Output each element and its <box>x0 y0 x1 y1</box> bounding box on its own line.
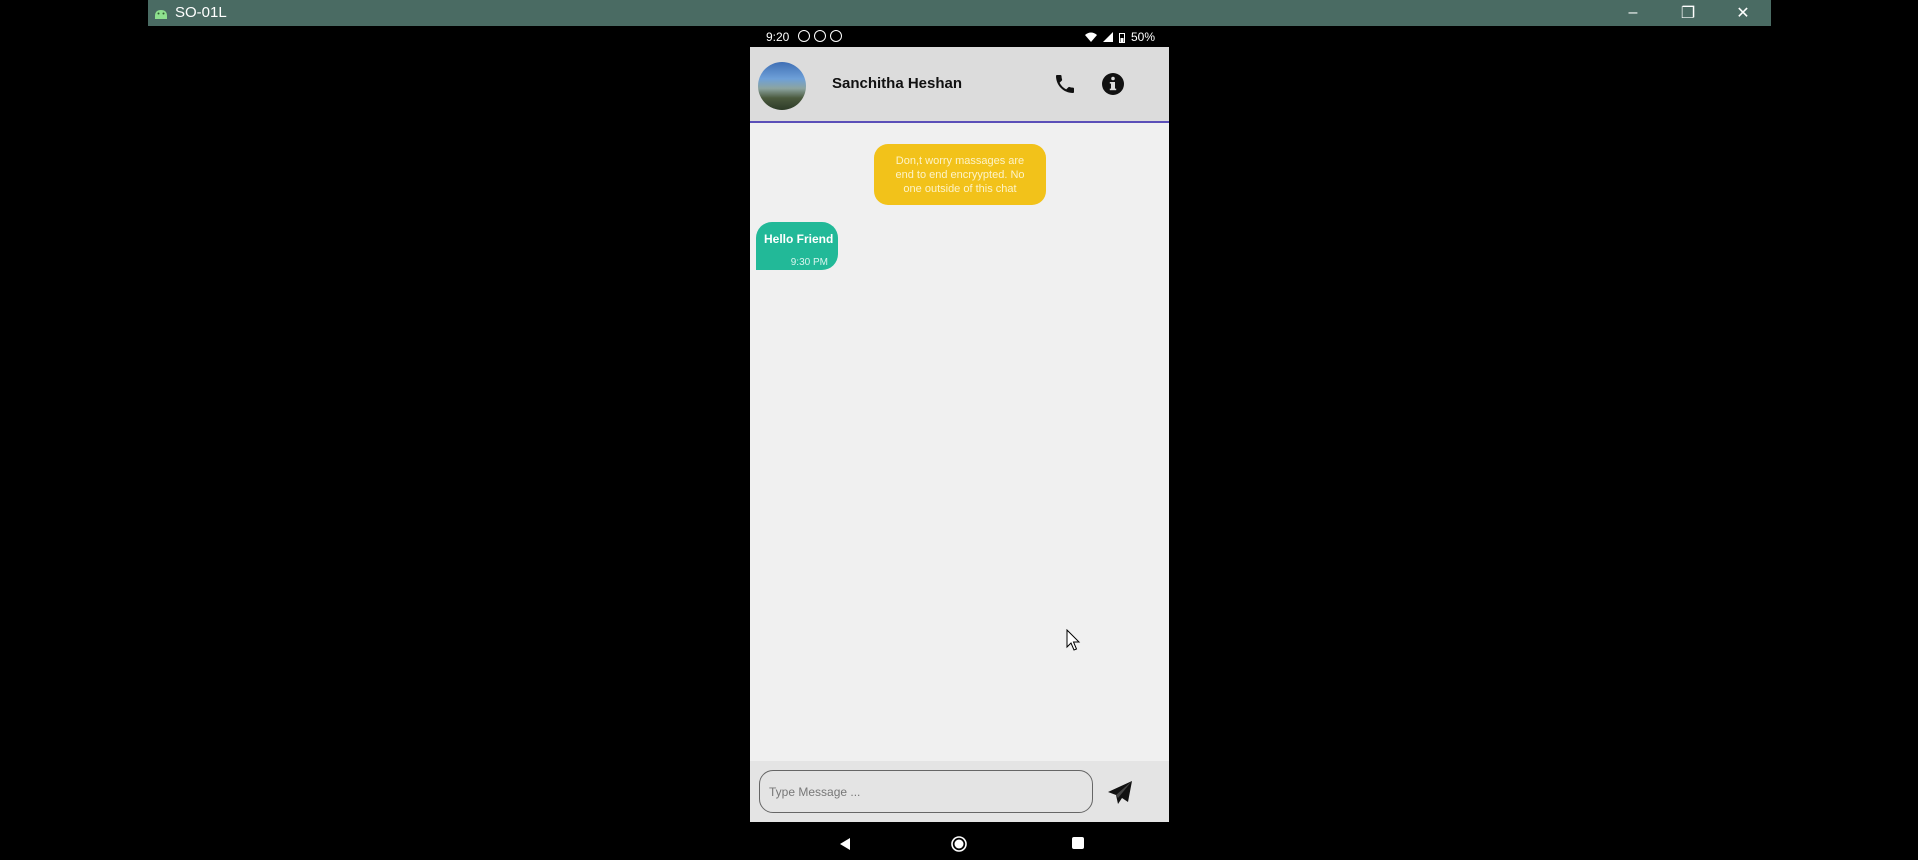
recent-apps-icon[interactable] <box>1072 837 1084 849</box>
mouse-cursor-icon <box>1066 629 1081 651</box>
status-bar: 9:20 50% <box>750 28 1169 46</box>
encryption-notice: Don,t worry massages are end to end encr… <box>874 144 1046 205</box>
signal-icon <box>1102 32 1113 42</box>
message-text: Hello Friend <box>764 232 834 246</box>
wifi-icon <box>1084 32 1097 42</box>
maximize-button[interactable]: ❐ <box>1668 0 1708 26</box>
avatar[interactable] <box>758 62 806 110</box>
facebook-icon <box>814 30 826 42</box>
chat-header: Sanchitha Heshan <box>750 47 1169 123</box>
send-icon[interactable] <box>1106 779 1134 807</box>
message-input[interactable] <box>759 770 1093 813</box>
minimize-button[interactable]: – <box>1613 0 1653 26</box>
notification-icons <box>798 30 842 42</box>
window-title-bar: SO-01L – ❐ ✕ <box>148 0 1771 26</box>
status-right: 50% <box>1084 30 1155 44</box>
phone-screen: Sanchitha Heshan Don,t worry massages ar… <box>750 47 1169 822</box>
close-button[interactable]: ✕ <box>1723 0 1763 26</box>
whatsapp-icon <box>798 30 810 42</box>
message-bubble[interactable]: Hello Friend 9:30 PM <box>756 222 838 270</box>
window-title: SO-01L <box>175 4 227 21</box>
phone-icon[interactable] <box>1053 72 1077 96</box>
back-icon[interactable] <box>838 837 852 851</box>
battery-level: 50% <box>1130 30 1155 44</box>
composer-bar <box>750 761 1169 822</box>
info-icon[interactable] <box>1101 72 1125 96</box>
battery-icon <box>1118 32 1125 43</box>
messenger-icon <box>830 30 842 42</box>
status-time: 9:20 <box>766 30 790 44</box>
android-icon <box>155 10 167 19</box>
contact-name: Sanchitha Heshan <box>832 75 963 92</box>
home-icon[interactable] <box>951 836 967 852</box>
message-time: 9:30 PM <box>790 257 828 268</box>
navigation-bar <box>750 826 1169 860</box>
